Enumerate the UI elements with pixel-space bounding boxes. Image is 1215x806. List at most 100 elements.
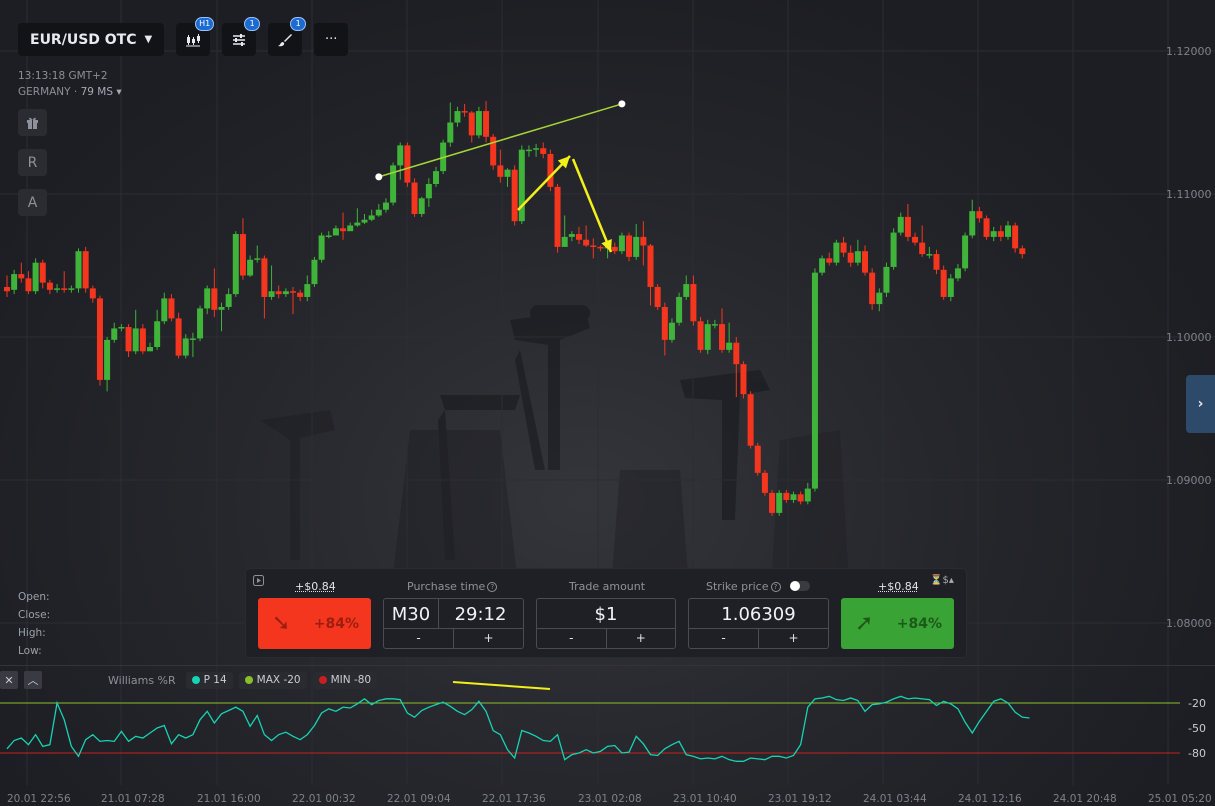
- indicators-button[interactable]: 1: [222, 17, 261, 56]
- candle-body: [704, 324, 711, 350]
- candle-body: [504, 169, 511, 177]
- strike-plus-button[interactable]: +: [758, 629, 828, 648]
- candle-body: [147, 347, 153, 352]
- candle-body: [425, 183, 432, 199]
- candle-body: [125, 326, 132, 352]
- min-pill[interactable]: MIN -80: [312, 671, 378, 689]
- settings-icon[interactable]: ⏳$▴: [930, 575, 954, 586]
- period-pill[interactable]: P 14: [185, 671, 233, 689]
- candle-body: [75, 251, 82, 289]
- strike-toggle[interactable]: [790, 581, 810, 591]
- region-latency[interactable]: GERMANY · 79 MS ▾: [18, 84, 122, 100]
- price-tick-label: 1.08000: [1166, 617, 1212, 630]
- arrow-up-right-icon: ➚: [855, 611, 874, 636]
- amount-value[interactable]: $1: [537, 599, 675, 629]
- candle-body: [225, 294, 232, 307]
- candle-body: [654, 286, 661, 307]
- candle-body: [454, 111, 461, 123]
- candle-body: [382, 202, 389, 210]
- time-minus-button[interactable]: -: [384, 629, 453, 648]
- candle-body: [347, 225, 354, 232]
- time-tick-label: 20.01 22:56: [7, 793, 71, 805]
- help-icon[interactable]: ?: [770, 582, 781, 592]
- price-chart[interactable]: 1.12000 1.11000 1.10000 1.09000 1.08000: [0, 0, 1215, 665]
- r-button[interactable]: R: [18, 149, 47, 176]
- candle-body: [39, 262, 46, 283]
- candle-body: [239, 234, 246, 276]
- strike-minus-button[interactable]: -: [689, 629, 758, 648]
- candle-body: [490, 136, 497, 166]
- chevron-up-icon[interactable]: ︿: [24, 671, 42, 689]
- max-pill[interactable]: MAX -20: [238, 671, 307, 689]
- price-tick-label: 1.12000: [1166, 45, 1212, 58]
- candle-body: [862, 251, 868, 273]
- timeframe-badge: H1: [195, 17, 215, 31]
- candle-body: [197, 308, 204, 339]
- buy-button[interactable]: ➚ +84%: [841, 598, 954, 649]
- candle-body: [776, 492, 783, 513]
- time-value[interactable]: 29:12: [438, 599, 523, 629]
- candle-body: [811, 272, 818, 489]
- candle-body: [232, 234, 239, 295]
- timeframe-value[interactable]: M30: [384, 599, 438, 629]
- candle-body: [847, 252, 854, 263]
- gift-button[interactable]: [18, 109, 47, 136]
- candle-body: [726, 342, 733, 350]
- a-label: A: [27, 194, 38, 211]
- amount-box[interactable]: $1 - +: [536, 598, 676, 649]
- expand-panel-button[interactable]: ›: [1186, 375, 1215, 433]
- candle-body: [547, 153, 554, 187]
- more-button[interactable]: ···: [314, 23, 349, 56]
- strike-box[interactable]: 1.06309 - +: [688, 598, 829, 649]
- candle-body: [869, 272, 876, 305]
- time-plus-button[interactable]: +: [453, 629, 523, 648]
- candle-body: [633, 236, 640, 257]
- candle-body: [218, 306, 225, 310]
- candle-body: [554, 186, 561, 247]
- asset-selector[interactable]: EUR/USD OTC ▼: [18, 23, 165, 56]
- low-label: Low:: [18, 645, 42, 657]
- play-icon[interactable]: [253, 575, 264, 586]
- time-tick-label: 22.01 17:36: [482, 793, 546, 805]
- candle-body: [833, 242, 840, 263]
- candle-body: [418, 198, 425, 215]
- candle-body: [332, 228, 339, 236]
- candle-body: [583, 239, 590, 246]
- candle-body: [1012, 225, 1019, 249]
- trend-line-handle: [618, 100, 626, 108]
- candle-body: [32, 262, 39, 292]
- high-label: High:: [18, 627, 46, 639]
- candle-body: [247, 259, 254, 276]
- sell-button[interactable]: ➘ +84%: [258, 598, 371, 649]
- candle-body: [611, 246, 618, 252]
- candle-body: [46, 282, 53, 290]
- candle-body: [325, 235, 332, 237]
- candle-body: [104, 339, 111, 380]
- time-tick-label: 21.01 16:00: [197, 793, 261, 805]
- candle-body: [483, 111, 490, 137]
- candle-body: [597, 246, 604, 249]
- candle-body: [290, 291, 296, 293]
- candle-body: [826, 258, 833, 263]
- candle-body: [783, 492, 790, 501]
- purchase-time-label: Purchase time?: [407, 580, 498, 593]
- sell-payout: +$0.84: [295, 580, 336, 593]
- amount-minus-button[interactable]: -: [537, 629, 606, 648]
- oscillator-name: Williams %R: [108, 673, 176, 687]
- a-button[interactable]: A: [18, 189, 47, 216]
- strike-stepper: - +: [689, 628, 828, 648]
- candle-body: [318, 235, 325, 260]
- amount-plus-button[interactable]: +: [605, 629, 676, 648]
- help-icon[interactable]: ?: [487, 582, 498, 592]
- candle-body: [282, 291, 289, 295]
- purchase-time-box[interactable]: M30 29:12 - +: [383, 598, 524, 649]
- candle-body: [940, 269, 947, 297]
- close-icon[interactable]: ✕: [0, 671, 18, 689]
- candle-body: [132, 328, 139, 352]
- price-tick-label: 1.09000: [1166, 474, 1212, 487]
- candle-body: [4, 286, 10, 292]
- chart-type-button[interactable]: H1: [176, 17, 215, 56]
- strike-value[interactable]: 1.06309: [689, 599, 828, 629]
- candle-body: [404, 145, 411, 183]
- drawings-button[interactable]: 1: [268, 17, 307, 56]
